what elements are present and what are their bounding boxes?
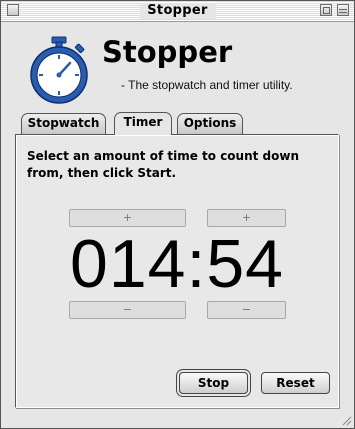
timer-display: 014:54 bbox=[70, 226, 284, 302]
zoom-box[interactable] bbox=[320, 4, 332, 16]
reset-button[interactable]: Reset bbox=[261, 372, 330, 394]
app-tagline: - The stopwatch and timer utility. bbox=[121, 78, 293, 92]
resize-grip-icon[interactable] bbox=[340, 414, 352, 426]
tab-timer[interactable]: Timer bbox=[114, 112, 172, 135]
app-name: Stopper bbox=[102, 35, 233, 69]
collapse-box[interactable] bbox=[337, 4, 349, 16]
stop-button[interactable]: Stop bbox=[179, 372, 248, 394]
tab-stopwatch[interactable]: Stopwatch bbox=[21, 113, 106, 134]
tab-options[interactable]: Options bbox=[177, 113, 243, 134]
seconds-increment-button[interactable]: + bbox=[207, 209, 286, 227]
seconds-decrement-button[interactable]: − bbox=[207, 301, 286, 319]
close-box[interactable] bbox=[7, 4, 19, 16]
minutes-decrement-button[interactable]: − bbox=[69, 301, 186, 319]
window-title: Stopper bbox=[139, 3, 216, 19]
timer-panel: Select an amount of time to count down f… bbox=[15, 134, 339, 408]
stopwatch-icon bbox=[30, 36, 88, 104]
timer-instructions: Select an amount of time to count down f… bbox=[27, 149, 300, 180]
title-bar[interactable]: Stopper bbox=[1, 1, 354, 22]
stopper-window: Stopper Stopper - The stopwatch and time… bbox=[0, 0, 355, 429]
minutes-increment-button[interactable]: + bbox=[69, 209, 186, 227]
